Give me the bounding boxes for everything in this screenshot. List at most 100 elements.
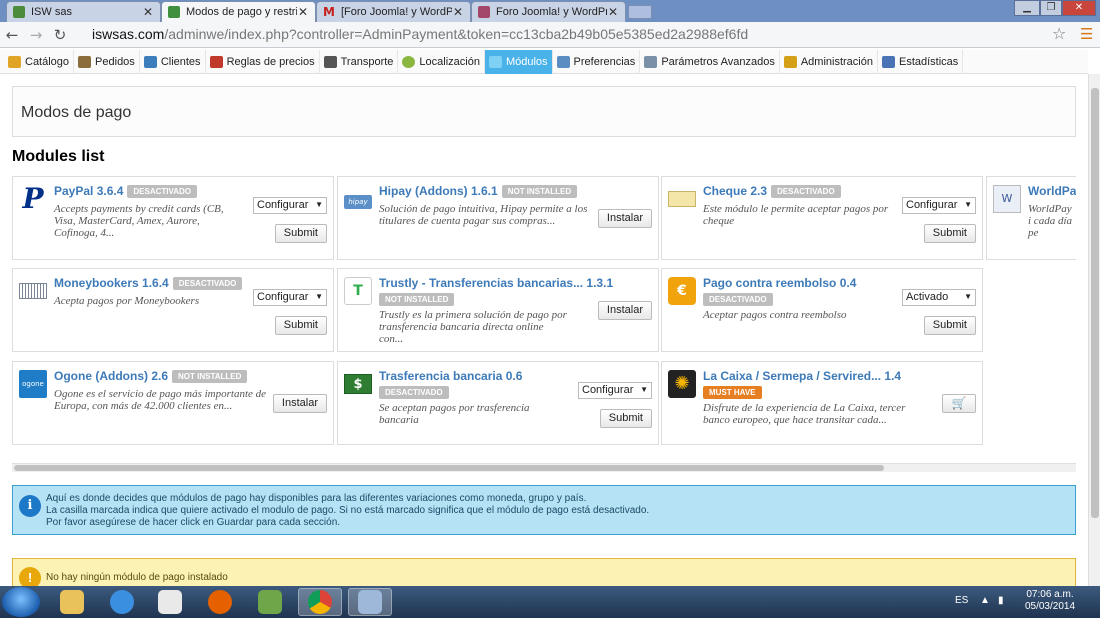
close-icon[interactable]: ✕ [142, 5, 154, 19]
chart-icon [881, 55, 895, 68]
start-button[interactable] [2, 587, 40, 617]
menu-item-catalogo[interactable]: Catálogo [4, 49, 75, 74]
taskbar-ie[interactable] [100, 588, 144, 616]
browser-tab-title: Modos de pago y restricc [186, 6, 297, 18]
scrollbar-thumb[interactable] [1091, 88, 1099, 518]
bookmark-star-icon[interactable]: ☆ [1052, 24, 1066, 43]
must-have-badge: MUST HAVE [703, 386, 762, 399]
module-name[interactable]: PayPal 3.6.4 DESACTIVADO [54, 184, 198, 199]
module-card-pago-contra-reembolso: € Pago contra reembolso 0.4 DESACTIVADO … [661, 268, 983, 352]
app-icon [358, 590, 382, 614]
info-line: La casilla marcada indica que quiere act… [46, 505, 650, 516]
module-description: Este módulo le permite aceptar pagos por… [703, 203, 889, 227]
menu-item-administracion[interactable]: Administración [780, 49, 878, 74]
menu-item-localizacion[interactable]: Localización [398, 49, 485, 74]
menu-item-clientes[interactable]: Clientes [140, 49, 206, 74]
url-path: /adminwe/index.php?controller=AdminPayme… [164, 26, 749, 42]
modules-horizontal-scrollbar[interactable] [12, 463, 1076, 472]
url-host: iswsas.com [92, 26, 165, 42]
scrollbar-thumb[interactable] [14, 465, 884, 471]
module-name[interactable]: WorldPay [1028, 184, 1076, 198]
forward-icon[interactable]: → [24, 26, 48, 44]
menu-item-parametros-avanzados[interactable]: Parámetros Avanzados [640, 49, 780, 74]
menu-item-label: Parámetros Avanzados [661, 55, 775, 68]
minimize-button[interactable]: ▁ [1014, 0, 1040, 16]
users-icon [143, 55, 157, 68]
language-indicator[interactable]: ES [955, 595, 968, 606]
taskbar-media[interactable] [148, 588, 192, 616]
module-description: Se aceptan pagos por trasferencia bancar… [379, 402, 530, 426]
browser-tab-strip: ISW sas ✕ Modos de pago y restricc ✕ M [… [0, 0, 1100, 22]
close-icon[interactable]: ✕ [297, 5, 309, 19]
module-name[interactable]: Moneybookers 1.6.4 DESACTIVADO [54, 276, 243, 291]
maximize-button[interactable]: ❐ [1040, 0, 1062, 16]
submit-button[interactable]: Submit [599, 409, 652, 428]
module-action-select[interactable]: Configurar [902, 197, 976, 214]
module-action-select[interactable]: Configurar [253, 197, 327, 214]
module-name[interactable]: Pago contra reembolso 0.4 [703, 276, 856, 290]
menu-item-label: Pedidos [95, 55, 135, 68]
browser-tab-modos-de-pago[interactable]: Modos de pago y restricc ✕ [161, 1, 316, 22]
system-clock[interactable]: 07:06 a.m. 05/03/2014 [1020, 589, 1080, 613]
close-icon[interactable]: ✕ [452, 5, 464, 19]
browser-tab-gmail[interactable]: M [Foro Joomla! y WordPres ✕ [316, 1, 471, 22]
cart-button[interactable]: 🛒 [942, 394, 976, 413]
install-button[interactable]: Instalar [597, 301, 652, 320]
module-description: Acepta pagos por Moneybookers [54, 295, 200, 307]
status-badge: DESACTIVADO [703, 293, 773, 306]
module-name[interactable]: Trustly - Transferencias bancarias... 1.… [379, 276, 613, 290]
menu-item-preferencias[interactable]: Preferencias [553, 49, 641, 74]
module-name[interactable]: Trasferencia bancaria 0.6 [379, 369, 522, 383]
menu-item-estadisticas[interactable]: Estadísticas [878, 49, 964, 74]
reload-icon[interactable]: ↻ [48, 26, 72, 44]
preferences-icon [556, 55, 570, 68]
menu-item-modulos[interactable]: Módulos [484, 49, 553, 74]
info-line: Aquí es donde decides que módulos de pag… [46, 493, 587, 504]
module-name[interactable]: La Caixa / Sermepa / Servired... 1.4 [703, 369, 901, 383]
module-action-select[interactable]: Activado [902, 289, 976, 306]
install-button[interactable]: Instalar [272, 394, 327, 413]
key-icon [783, 55, 797, 68]
submit-button[interactable]: Submit [923, 316, 976, 335]
menu-item-pedidos[interactable]: Pedidos [74, 49, 140, 74]
module-name[interactable]: Ogone (Addons) 2.6 NOT INSTALLED [54, 369, 248, 384]
joomla-favicon-icon [13, 6, 25, 18]
module-card-trasferencia-bancaria: $ Trasferencia bancaria 0.6 DESACTIVADO … [337, 361, 659, 445]
bank-transfer-icon: $ [344, 374, 372, 394]
submit-button[interactable]: Submit [274, 316, 327, 335]
taskbar-explorer[interactable] [50, 588, 94, 616]
close-icon[interactable]: ✕ [607, 5, 619, 19]
submit-button[interactable]: Submit [274, 224, 327, 243]
signal-icon[interactable]: ▮ [998, 595, 1004, 606]
submit-button[interactable]: Submit [923, 224, 976, 243]
browser-menu-icon[interactable]: ☰ [1080, 25, 1093, 43]
tray-arrow-icon[interactable]: ▲ [980, 595, 990, 606]
menu-item-transporte[interactable]: Transporte [320, 49, 399, 74]
back-icon[interactable]: ← [0, 26, 24, 44]
taskbar-network[interactable] [248, 588, 292, 616]
address-bar[interactable]: iswsas.com/adminwe/index.php?controller=… [92, 24, 1082, 45]
wrench-icon [644, 55, 658, 68]
install-button[interactable]: Instalar [597, 209, 652, 228]
status-badge: DESACTIVADO [127, 185, 198, 199]
page-vertical-scrollbar[interactable] [1088, 74, 1100, 586]
module-name[interactable]: Hipay (Addons) 1.6.1 NOT INSTALLED [379, 184, 578, 199]
menu-item-reglas-de-precios[interactable]: Reglas de precios [206, 49, 320, 74]
taskbar-chrome[interactable] [298, 588, 342, 616]
module-name[interactable]: Cheque 2.3 DESACTIVADO [703, 184, 841, 199]
menu-item-label: Módulos [505, 55, 548, 68]
module-action-select[interactable]: Configurar [578, 382, 652, 399]
info-box: i Aquí es donde decides que módulos de p… [12, 485, 1076, 535]
browser-tab-foro[interactable]: Foro Joomla! y WordPres ✕ [471, 1, 626, 22]
network-users-icon [258, 590, 282, 614]
module-action-select[interactable]: Configurar [253, 289, 327, 306]
browser-tab-isw[interactable]: ISW sas ✕ [6, 1, 161, 22]
warning-text: No hay ningún módulo de pago instalado [46, 572, 228, 583]
menu-item-label: Preferencias [573, 55, 636, 68]
trustly-lock-icon: T [344, 277, 372, 305]
close-window-button[interactable]: ✕ [1062, 0, 1096, 16]
taskbar-firefox[interactable] [198, 588, 242, 616]
taskbar-app[interactable] [348, 588, 392, 616]
new-tab-button[interactable] [628, 5, 652, 19]
module-name-text: Moneybookers 1.6.4 [54, 276, 169, 290]
